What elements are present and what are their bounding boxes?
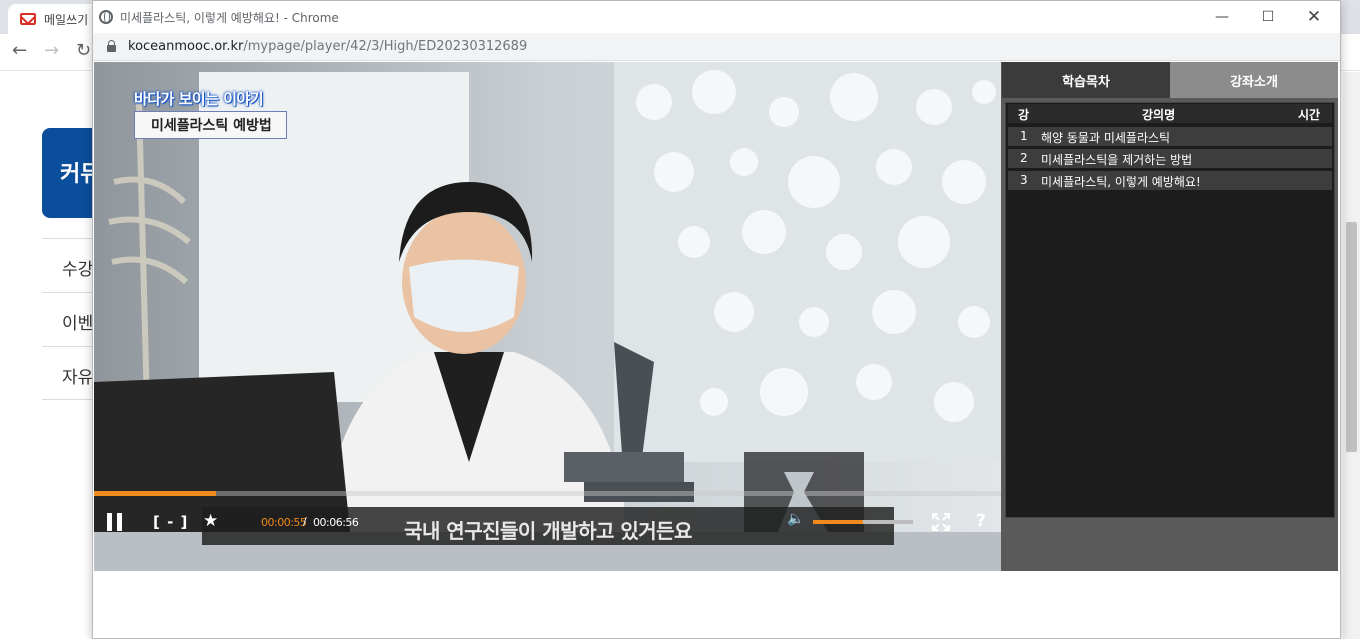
help-button[interactable]: ? xyxy=(976,511,986,531)
lesson-row[interactable]: 1 해양 동물과 미세플라스틱 xyxy=(1008,127,1332,146)
lesson-list: 강 강의명 시간 1 해양 동물과 미세플라스틱 2 미세플라스틱을 제거하는 … xyxy=(1005,102,1335,518)
video-caption-sub: 미세플라스틱 예방법 xyxy=(134,111,287,139)
minimize-button[interactable]: — xyxy=(1199,1,1245,33)
column-name: 강의명 xyxy=(1142,108,1176,122)
globe-icon xyxy=(99,10,113,24)
lesson-list-header: 강 강의명 시간 xyxy=(1008,104,1332,123)
bracket-button[interactable]: [ - ] xyxy=(153,513,188,531)
back-icon[interactable]: ← xyxy=(12,40,27,61)
address-host: koceanmooc.or.kr xyxy=(128,39,244,54)
background-scrollbar[interactable] xyxy=(1343,72,1360,639)
popup-window-title: 미세플라스틱, 이렇게 예방해요! - Chrome xyxy=(120,10,339,25)
lesson-title: 미세플라스틱을 제거하는 방법 xyxy=(1041,153,1193,167)
pause-icon[interactable] xyxy=(106,513,124,531)
lesson-number: 1 xyxy=(1020,129,1028,143)
star-icon[interactable]: ★ xyxy=(203,511,218,531)
scrollbar-thumb[interactable] xyxy=(1346,222,1357,452)
popup-title-bar: 미세플라스틱, 이렇게 예방해요! - Chrome — ☐ ✕ xyxy=(93,1,1340,33)
popup-address-bar[interactable]: koceanmooc.or.kr/mypage/player/42/3/High… xyxy=(93,33,1340,61)
lesson-title: 해양 동물과 미세플라스틱 xyxy=(1041,131,1171,145)
side-panel: 학습목차 강좌소개 강 강의명 시간 1 해양 동물과 미세플라스틱 2 미세플… xyxy=(1001,62,1338,571)
column-time: 시간 xyxy=(1298,108,1321,122)
progress-fill xyxy=(94,491,217,496)
volume-fill xyxy=(813,520,863,524)
video-caption-box: 바다가 보이는 이야기 미세플라스틱 예방법 xyxy=(134,88,287,139)
reload-icon[interactable]: ↻ xyxy=(76,40,91,61)
fullscreen-icon[interactable] xyxy=(932,513,950,531)
lesson-title: 미세플라스틱, 이렇게 예방해요! xyxy=(1041,175,1201,189)
forward-icon[interactable]: → xyxy=(44,40,59,61)
background-tab[interactable]: 메일쓰기 xyxy=(8,4,104,34)
lesson-row[interactable]: 3 미세플라스틱, 이렇게 예방해요! xyxy=(1008,171,1332,190)
current-time: 00:00:55 xyxy=(261,516,307,529)
player-controls: 국내 연구진들이 개발하고 있거든요 [ - ] ★ 00:00:55 / 00… xyxy=(94,507,1001,547)
gmail-icon xyxy=(20,13,36,25)
maximize-button[interactable]: ☐ xyxy=(1245,1,1291,33)
total-time: 00:06:56 xyxy=(313,516,359,529)
address-path: /mypage/player/42/3/High/ED20230312689 xyxy=(243,39,528,54)
time-separator: / xyxy=(303,515,307,528)
volume-slider[interactable] xyxy=(813,520,913,524)
lesson-row[interactable]: 2 미세플라스틱을 제거하는 방법 xyxy=(1008,149,1332,168)
progress-bar[interactable] xyxy=(94,491,1001,496)
popup-blank-area xyxy=(94,571,1339,638)
background-tab-title: 메일쓰기 xyxy=(44,12,89,27)
video-player[interactable]: 바다가 보이는 이야기 미세플라스틱 예방법 국내 연구진들이 개발하고 있거든… xyxy=(94,62,1001,571)
tab-course-intro[interactable]: 강좌소개 xyxy=(1170,62,1338,98)
tab-toc[interactable]: 학습목차 xyxy=(1002,62,1170,98)
lesson-number: 3 xyxy=(1020,173,1028,187)
lesson-number: 2 xyxy=(1020,151,1028,165)
video-caption-top: 바다가 보이는 이야기 xyxy=(134,90,264,108)
lock-icon xyxy=(107,40,116,52)
column-num: 강 xyxy=(1018,108,1030,122)
close-button[interactable]: ✕ xyxy=(1291,1,1337,33)
player-popup-window: 미세플라스틱, 이렇게 예방해요! - Chrome — ☐ ✕ koceanm… xyxy=(92,0,1341,639)
volume-icon[interactable]: 🔈 xyxy=(787,511,804,527)
